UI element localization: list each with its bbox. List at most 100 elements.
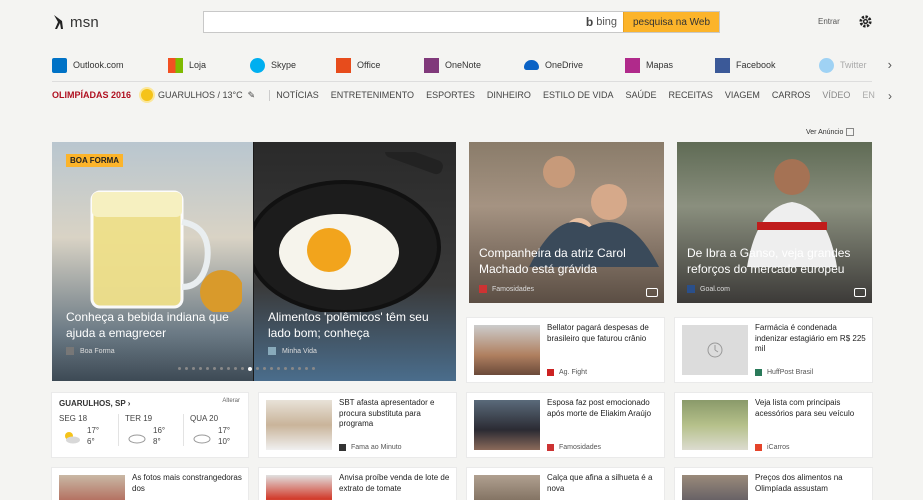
hero-carousel[interactable]: BOA FORMA Conheça a bebida indiana que a…: [52, 142, 456, 381]
card-title[interactable]: Anvisa proíbe venda de lote de extrato d…: [339, 473, 451, 494]
weather-city[interactable]: GUARULHOS, SP ›: [59, 399, 130, 408]
carousel-dots[interactable]: [178, 367, 315, 371]
carousel-dot[interactable]: [192, 367, 195, 370]
carousel-dot[interactable]: [248, 367, 252, 371]
news-card[interactable]: Calça que afina a silhueta é a nova: [467, 468, 664, 500]
carousel-dot[interactable]: [291, 367, 294, 370]
source-logo-icon: [268, 347, 276, 355]
tile-caption[interactable]: Companheira da atriz Carol Machado está …: [479, 245, 659, 277]
app-label: Office: [357, 60, 381, 70]
source-label: HuffPost Brasil: [767, 369, 814, 376]
nav-more[interactable]: EN: [862, 90, 875, 100]
hero-slide[interactable]: BOA FORMA Conheça a bebida indiana que a…: [52, 142, 253, 381]
weather-day[interactable]: TER 19 16° 8°: [125, 414, 185, 446]
carousel-dot[interactable]: [227, 367, 230, 370]
weather-day[interactable]: SEG 18 17° 6°: [59, 414, 119, 446]
carousel-dot[interactable]: [284, 367, 287, 370]
nav-weather[interactable]: GUARULHOS / 13°C ✎: [141, 89, 255, 101]
app-office[interactable]: Office: [336, 57, 424, 73]
card-source: HuffPost Brasil: [755, 369, 813, 376]
source-logo-icon: [687, 285, 695, 293]
nav-video[interactable]: VÍDEO: [822, 90, 850, 100]
weather-day-name: QUA 20: [190, 414, 219, 423]
nav-carros[interactable]: CARROS: [772, 90, 811, 100]
news-card[interactable]: Bellator pagará despesas de brasileiro q…: [467, 318, 664, 382]
nav-entretenimento[interactable]: ENTRETENIMENTO: [331, 90, 414, 100]
app-maps[interactable]: Mapas: [625, 57, 715, 73]
app-facebook[interactable]: Facebook: [715, 57, 819, 73]
card-title[interactable]: As fotos mais constrangedoras dos: [132, 473, 244, 494]
nav-dinheiro[interactable]: DINHEIRO: [487, 90, 531, 100]
card-title[interactable]: Preços dos alimentos na Olimpíada assust…: [755, 473, 867, 494]
nav-olympics[interactable]: OLIMPÍADAS 2016: [52, 90, 131, 100]
nav-viagem[interactable]: VIAGEM: [725, 90, 760, 100]
news-card[interactable]: Preços dos alimentos na Olimpíada assust…: [675, 468, 872, 500]
carousel-dot[interactable]: [178, 367, 181, 370]
source-logo-icon: [547, 369, 554, 376]
weather-change-link[interactable]: Alterar: [222, 398, 240, 404]
card-thumbnail: [682, 325, 748, 375]
news-tile[interactable]: Companheira da atriz Carol Machado está …: [469, 142, 664, 303]
tile-source: Famosidades: [479, 285, 534, 293]
nav-esportes[interactable]: ESPORTES: [426, 90, 475, 100]
card-title[interactable]: Calça que afina a silhueta é a nova: [547, 473, 659, 494]
nav-saude[interactable]: SAÚDE: [625, 90, 656, 100]
pencil-icon[interactable]: ✎: [248, 90, 256, 101]
carousel-dot[interactable]: [206, 367, 209, 370]
nav-estilo-de-vida[interactable]: ESTILO DE VIDA: [543, 90, 614, 100]
card-thumbnail: [59, 475, 125, 500]
news-card[interactable]: Anvisa proíbe venda de lote de extrato d…: [259, 468, 456, 500]
carousel-dot[interactable]: [256, 367, 259, 370]
hero-caption[interactable]: Alimentos 'polêmicos' têm seu lado bom; …: [268, 309, 448, 341]
msn-logo[interactable]: msn: [52, 12, 99, 32]
app-store[interactable]: Loja: [168, 57, 250, 73]
hero-slide[interactable]: Alimentos 'polêmicos' têm seu lado bom; …: [254, 142, 456, 381]
fried-egg-image: [254, 152, 443, 312]
carousel-dot[interactable]: [270, 367, 273, 370]
news-card[interactable]: Farmácia é condenada indenizar estagiári…: [675, 318, 872, 382]
signin-link[interactable]: Entrar: [818, 17, 840, 26]
carousel-dot[interactable]: [241, 367, 244, 370]
card-title[interactable]: SBT afasta apresentador e procura substi…: [339, 398, 451, 430]
nav-receitas[interactable]: RECEITAS: [668, 90, 712, 100]
carousel-dot[interactable]: [234, 367, 237, 370]
nav-noticias[interactable]: NOTÍCIAS: [276, 90, 319, 100]
chevron-right-icon[interactable]: ›: [888, 57, 892, 72]
card-title[interactable]: Esposa faz post emocionado após morte de…: [547, 398, 659, 419]
carousel-dot[interactable]: [220, 367, 223, 370]
app-twitter[interactable]: Twitter: [819, 57, 879, 73]
app-label: OneDrive: [545, 60, 584, 70]
card-title[interactable]: Bellator pagará despesas de brasileiro q…: [547, 323, 659, 344]
tile-caption[interactable]: De Ibra a Ganso, veja grandes reforços d…: [687, 245, 867, 277]
gear-icon[interactable]: [858, 14, 873, 29]
weather-day[interactable]: QUA 20 17° 10°: [190, 414, 250, 446]
app-onenote[interactable]: OneNote: [424, 57, 524, 73]
weather-card[interactable]: GUARULHOS, SP › Alterar SEG 18 17° 6° TE…: [52, 393, 248, 457]
news-tile[interactable]: De Ibra a Ganso, veja grandes reforços d…: [677, 142, 872, 303]
carousel-dot[interactable]: [298, 367, 301, 370]
carousel-dot[interactable]: [277, 367, 280, 370]
app-skype[interactable]: Skype: [250, 57, 336, 73]
carousel-dot[interactable]: [263, 367, 266, 370]
card-title[interactable]: Veja lista com principais acessórios par…: [755, 398, 867, 419]
news-card[interactable]: Esposa faz post emocionado após morte de…: [467, 393, 664, 457]
news-card[interactable]: Veja lista com principais acessórios par…: [675, 393, 872, 457]
hero-caption[interactable]: Conheça a bebida indiana que ajuda a ema…: [66, 309, 246, 341]
carousel-dot[interactable]: [312, 367, 315, 370]
source-label: Famosidades: [559, 444, 602, 451]
app-onedrive[interactable]: OneDrive: [524, 60, 625, 70]
carousel-dot[interactable]: [199, 367, 202, 370]
smoothie-image: [90, 190, 242, 312]
card-title[interactable]: Farmácia é condenada indenizar estagiári…: [755, 323, 867, 355]
carousel-dot[interactable]: [213, 367, 216, 370]
carousel-dot[interactable]: [185, 367, 188, 370]
carousel-dot[interactable]: [305, 367, 308, 370]
news-card[interactable]: SBT afasta apresentador e procura substi…: [259, 393, 456, 457]
web-search-button[interactable]: pesquisa na Web: [623, 12, 719, 32]
search-input[interactable]: [204, 12, 580, 32]
chevron-right-icon[interactable]: ›: [888, 89, 892, 103]
news-card[interactable]: As fotos mais constrangedoras dos: [52, 468, 248, 500]
partly-sunny-icon: [65, 432, 80, 444]
app-outlook[interactable]: Outlook.com: [52, 57, 168, 73]
ad-link[interactable]: Ver Anúncio: [806, 128, 855, 136]
